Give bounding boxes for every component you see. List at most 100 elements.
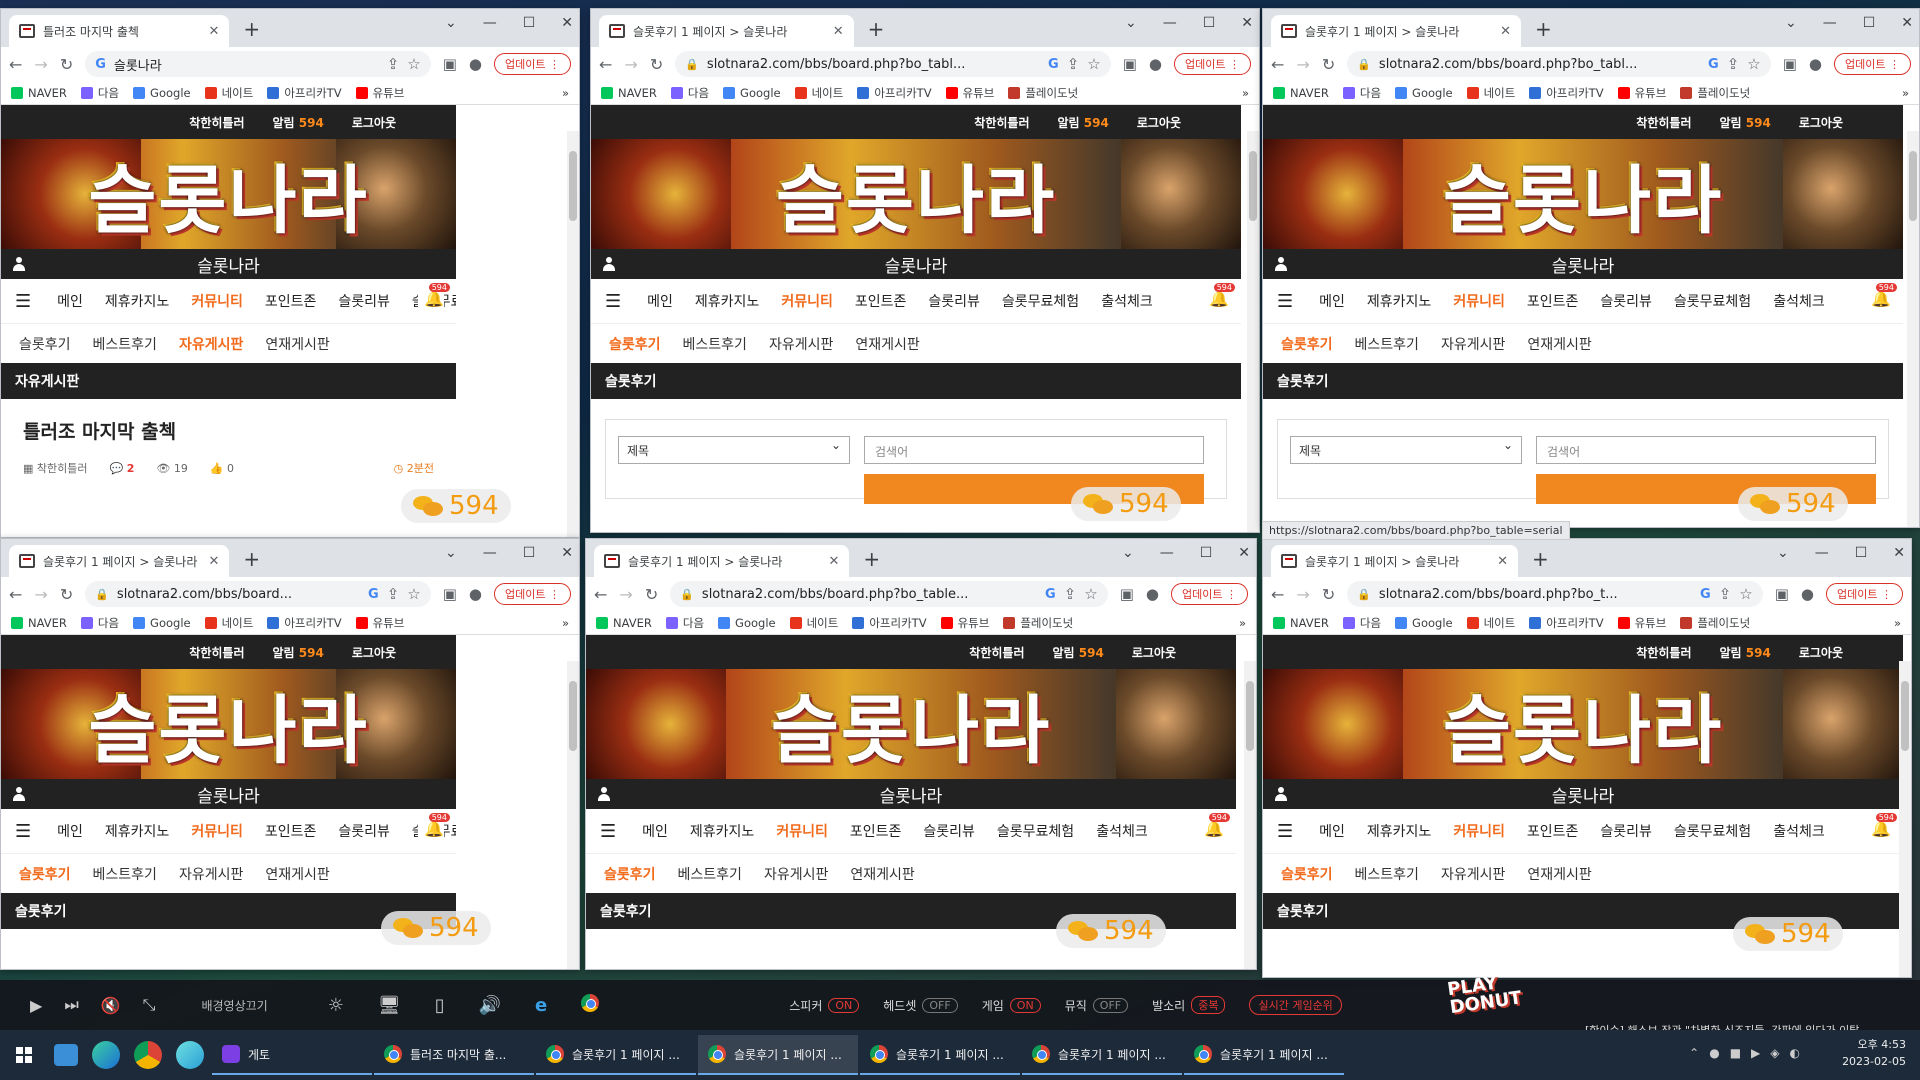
- main-nav-item[interactable]: 포인트존: [855, 291, 907, 311]
- sub-nav-item[interactable]: 연재게시판: [1527, 334, 1591, 354]
- minimize-icon[interactable]: —: [1815, 545, 1829, 561]
- play-icon[interactable]: ▶: [30, 996, 42, 1015]
- address-bar[interactable]: 🔒 slotnara2.com/bbs/board.php?bo_tabl...…: [1347, 51, 1771, 77]
- edge-taskbar-icon[interactable]: [92, 1041, 120, 1069]
- update-button[interactable]: 업데이트 ⋮: [1171, 583, 1248, 605]
- site-banner[interactable]: 슬롯나라: [1, 139, 456, 249]
- notification-bell-icon[interactable]: 🔔 594: [1203, 283, 1235, 308]
- bookmark-item[interactable]: NAVER: [11, 616, 67, 630]
- bookmarks-more-icon[interactable]: »: [1894, 616, 1901, 630]
- browser-tab[interactable]: 슬롯후기 1 페이지 > 슬롯나라 ✕: [594, 545, 850, 577]
- main-nav-item[interactable]: 메인: [1319, 821, 1345, 841]
- bookmark-item[interactable]: NAVER: [11, 86, 67, 100]
- taskbar-app-button[interactable]: 슬롯후기 1 페이지 ...: [1184, 1035, 1344, 1075]
- bookmark-item[interactable]: 다음: [1342, 85, 1381, 101]
- tab-search-icon[interactable]: ⌄: [1777, 545, 1789, 561]
- logout-link[interactable]: 로그아웃: [1132, 644, 1176, 661]
- alarm-link[interactable]: 알림 594: [272, 114, 323, 131]
- address-bar[interactable]: 🔒 slotnara2.com/bbs/board... G ⇪ ☆: [85, 581, 431, 607]
- main-nav-item[interactable]: 출석체크: [1101, 291, 1153, 311]
- reload-icon[interactable]: ↻: [1322, 585, 1335, 604]
- search-field-select[interactable]: 제목: [1290, 436, 1522, 464]
- forward-icon[interactable]: →: [34, 55, 47, 74]
- sub-nav-item[interactable]: 연재게시판: [855, 334, 919, 354]
- share-icon[interactable]: ⇪: [1067, 55, 1080, 73]
- browser-tab[interactable]: 슬롯후기 1 페이지 > 슬롯나라 ✕: [1271, 545, 1518, 577]
- hamburger-menu-icon[interactable]: ☰: [1277, 291, 1293, 312]
- bookmark-star-icon[interactable]: ☆: [1087, 55, 1100, 73]
- user-link[interactable]: 착한히틀러: [1636, 114, 1691, 131]
- mouse-icon[interactable]: ▯: [435, 995, 445, 1016]
- minimize-icon[interactable]: —: [483, 545, 497, 561]
- bookmark-item[interactable]: Google: [723, 86, 781, 100]
- system-tray[interactable]: ⌃ ● ■ ▶ ◈ ◐: [1689, 1046, 1800, 1060]
- browser-tab[interactable]: 슬롯후기 1 페이지 > 슬롯나라 ✕: [599, 15, 854, 47]
- sub-nav-item[interactable]: 자유게시판: [179, 864, 243, 884]
- profile-avatar-icon[interactable]: ●: [1809, 55, 1822, 73]
- close-tab-icon[interactable]: ✕: [833, 24, 844, 39]
- site-banner[interactable]: 슬롯나라: [591, 139, 1241, 249]
- main-nav-item[interactable]: 커뮤니티: [781, 291, 833, 311]
- scrollbar-thumb[interactable]: [1249, 151, 1257, 221]
- sub-nav-item[interactable]: 베스트후기: [1355, 334, 1419, 354]
- main-nav-item[interactable]: 메인: [1319, 291, 1345, 311]
- minimize-icon[interactable]: —: [1160, 545, 1174, 561]
- close-window-icon[interactable]: ✕: [561, 15, 573, 31]
- bookmark-item[interactable]: NAVER: [596, 616, 652, 630]
- profile-avatar-icon[interactable]: ●: [1801, 585, 1814, 603]
- update-button[interactable]: 업데이트 ⋮: [1834, 53, 1911, 75]
- profile-avatar-icon[interactable]: ●: [469, 585, 482, 603]
- bookmark-item[interactable]: 유튜브: [355, 615, 404, 631]
- tab-search-icon[interactable]: ⌄: [445, 15, 457, 31]
- main-nav-item[interactable]: 커뮤니티: [191, 291, 243, 311]
- maximize-icon[interactable]: ☐: [1200, 545, 1213, 561]
- close-tab-icon[interactable]: ✕: [208, 554, 219, 569]
- start-button[interactable]: [0, 1047, 48, 1063]
- chat-floating-button[interactable]: 594: [1733, 917, 1843, 951]
- forward-icon[interactable]: →: [624, 55, 637, 74]
- sub-nav-item[interactable]: 자유게시판: [1441, 864, 1505, 884]
- alarm-link[interactable]: 알림 594: [1719, 644, 1770, 661]
- background-video-off[interactable]: 배경영상끄기: [201, 997, 267, 1014]
- tab-search-icon[interactable]: ⌄: [1785, 15, 1797, 31]
- bookmark-item[interactable]: 아프리카TV: [1529, 615, 1604, 631]
- bookmark-item[interactable]: 플레이도넛: [1680, 615, 1750, 631]
- bookmark-item[interactable]: Google: [133, 616, 191, 630]
- post-author[interactable]: ▦ 착한히틀러: [23, 460, 88, 476]
- main-nav-item[interactable]: 메인: [642, 821, 668, 841]
- user-icon[interactable]: [13, 787, 25, 801]
- update-button[interactable]: 업데이트 ⋮: [1826, 583, 1903, 605]
- sub-nav-item[interactable]: 슬롯후기: [19, 864, 71, 884]
- main-nav-item[interactable]: 출석체크: [1773, 821, 1825, 841]
- bookmarks-more-icon[interactable]: »: [562, 616, 569, 630]
- chat-floating-button[interactable]: 594: [1056, 914, 1166, 948]
- main-nav-item[interactable]: 출석체크: [1773, 291, 1825, 311]
- bookmark-item[interactable]: 아프리카TV: [267, 615, 342, 631]
- chat-floating-button[interactable]: 594: [381, 911, 491, 945]
- scrollbar-thumb[interactable]: [569, 681, 577, 751]
- hamburger-menu-icon[interactable]: ☰: [600, 821, 616, 842]
- sub-nav-item[interactable]: 자유게시판: [764, 864, 828, 884]
- side-panel-icon[interactable]: ▣: [443, 585, 457, 603]
- bookmark-item[interactable]: 아프리카TV: [1529, 85, 1604, 101]
- logout-link[interactable]: 로그아웃: [352, 114, 396, 131]
- bookmark-item[interactable]: Google: [133, 86, 191, 100]
- page-scrollbar[interactable]: [1907, 131, 1919, 527]
- user-link[interactable]: 착한히틀러: [189, 644, 244, 661]
- taskbar-app-button[interactable]: 슬롯후기 1 페이지 ...: [1022, 1035, 1182, 1075]
- side-panel-icon[interactable]: ▣: [443, 55, 457, 73]
- tray-media-icon[interactable]: ▶: [1751, 1046, 1760, 1060]
- main-nav-item[interactable]: 커뮤니티: [191, 821, 243, 841]
- taskbar-app-button[interactable]: 슬롯후기 1 페이지 ...: [536, 1035, 696, 1075]
- main-nav-item[interactable]: 포인트존: [1527, 291, 1579, 311]
- google-lens-icon[interactable]: G: [1700, 587, 1711, 602]
- hamburger-menu-icon[interactable]: ☰: [1277, 821, 1293, 842]
- page-scrollbar[interactable]: [1247, 131, 1259, 532]
- close-window-icon[interactable]: ✕: [1901, 15, 1913, 31]
- chat-floating-button[interactable]: 594: [1738, 487, 1848, 521]
- bookmark-star-icon[interactable]: ☆: [1084, 585, 1097, 603]
- clock[interactable]: 오후 4:53 2023-02-05: [1842, 1036, 1906, 1070]
- share-icon[interactable]: ⇪: [1719, 585, 1732, 603]
- update-button[interactable]: 업데이트 ⋮: [494, 583, 571, 605]
- browser-tab[interactable]: 슬롯후기 1 페이지 > 슬롯나라 ✕: [9, 545, 230, 577]
